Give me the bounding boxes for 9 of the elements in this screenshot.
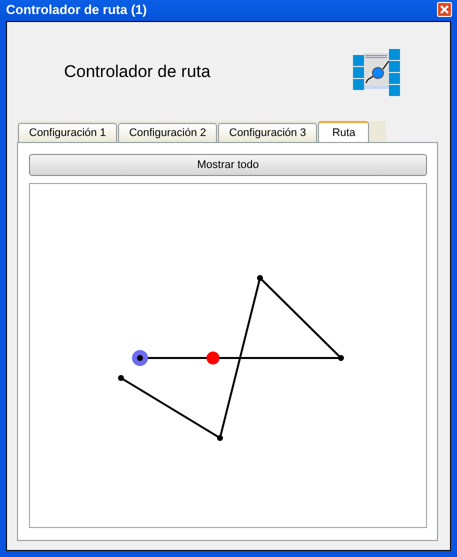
tab[interactable]: Configuración 3 (218, 123, 318, 142)
window-title: Controlador de ruta (1) (6, 2, 147, 17)
tab[interactable]: Configuración 1 (18, 123, 118, 142)
show-all-button[interactable]: Mostrar todo (29, 154, 427, 176)
tab[interactable]: Ruta (318, 121, 370, 142)
close-button[interactable] (437, 2, 452, 17)
tab[interactable]: Configuración 2 (118, 123, 218, 142)
route-controller-icon (353, 49, 401, 97)
header-title: Controlador de ruta (64, 62, 210, 82)
